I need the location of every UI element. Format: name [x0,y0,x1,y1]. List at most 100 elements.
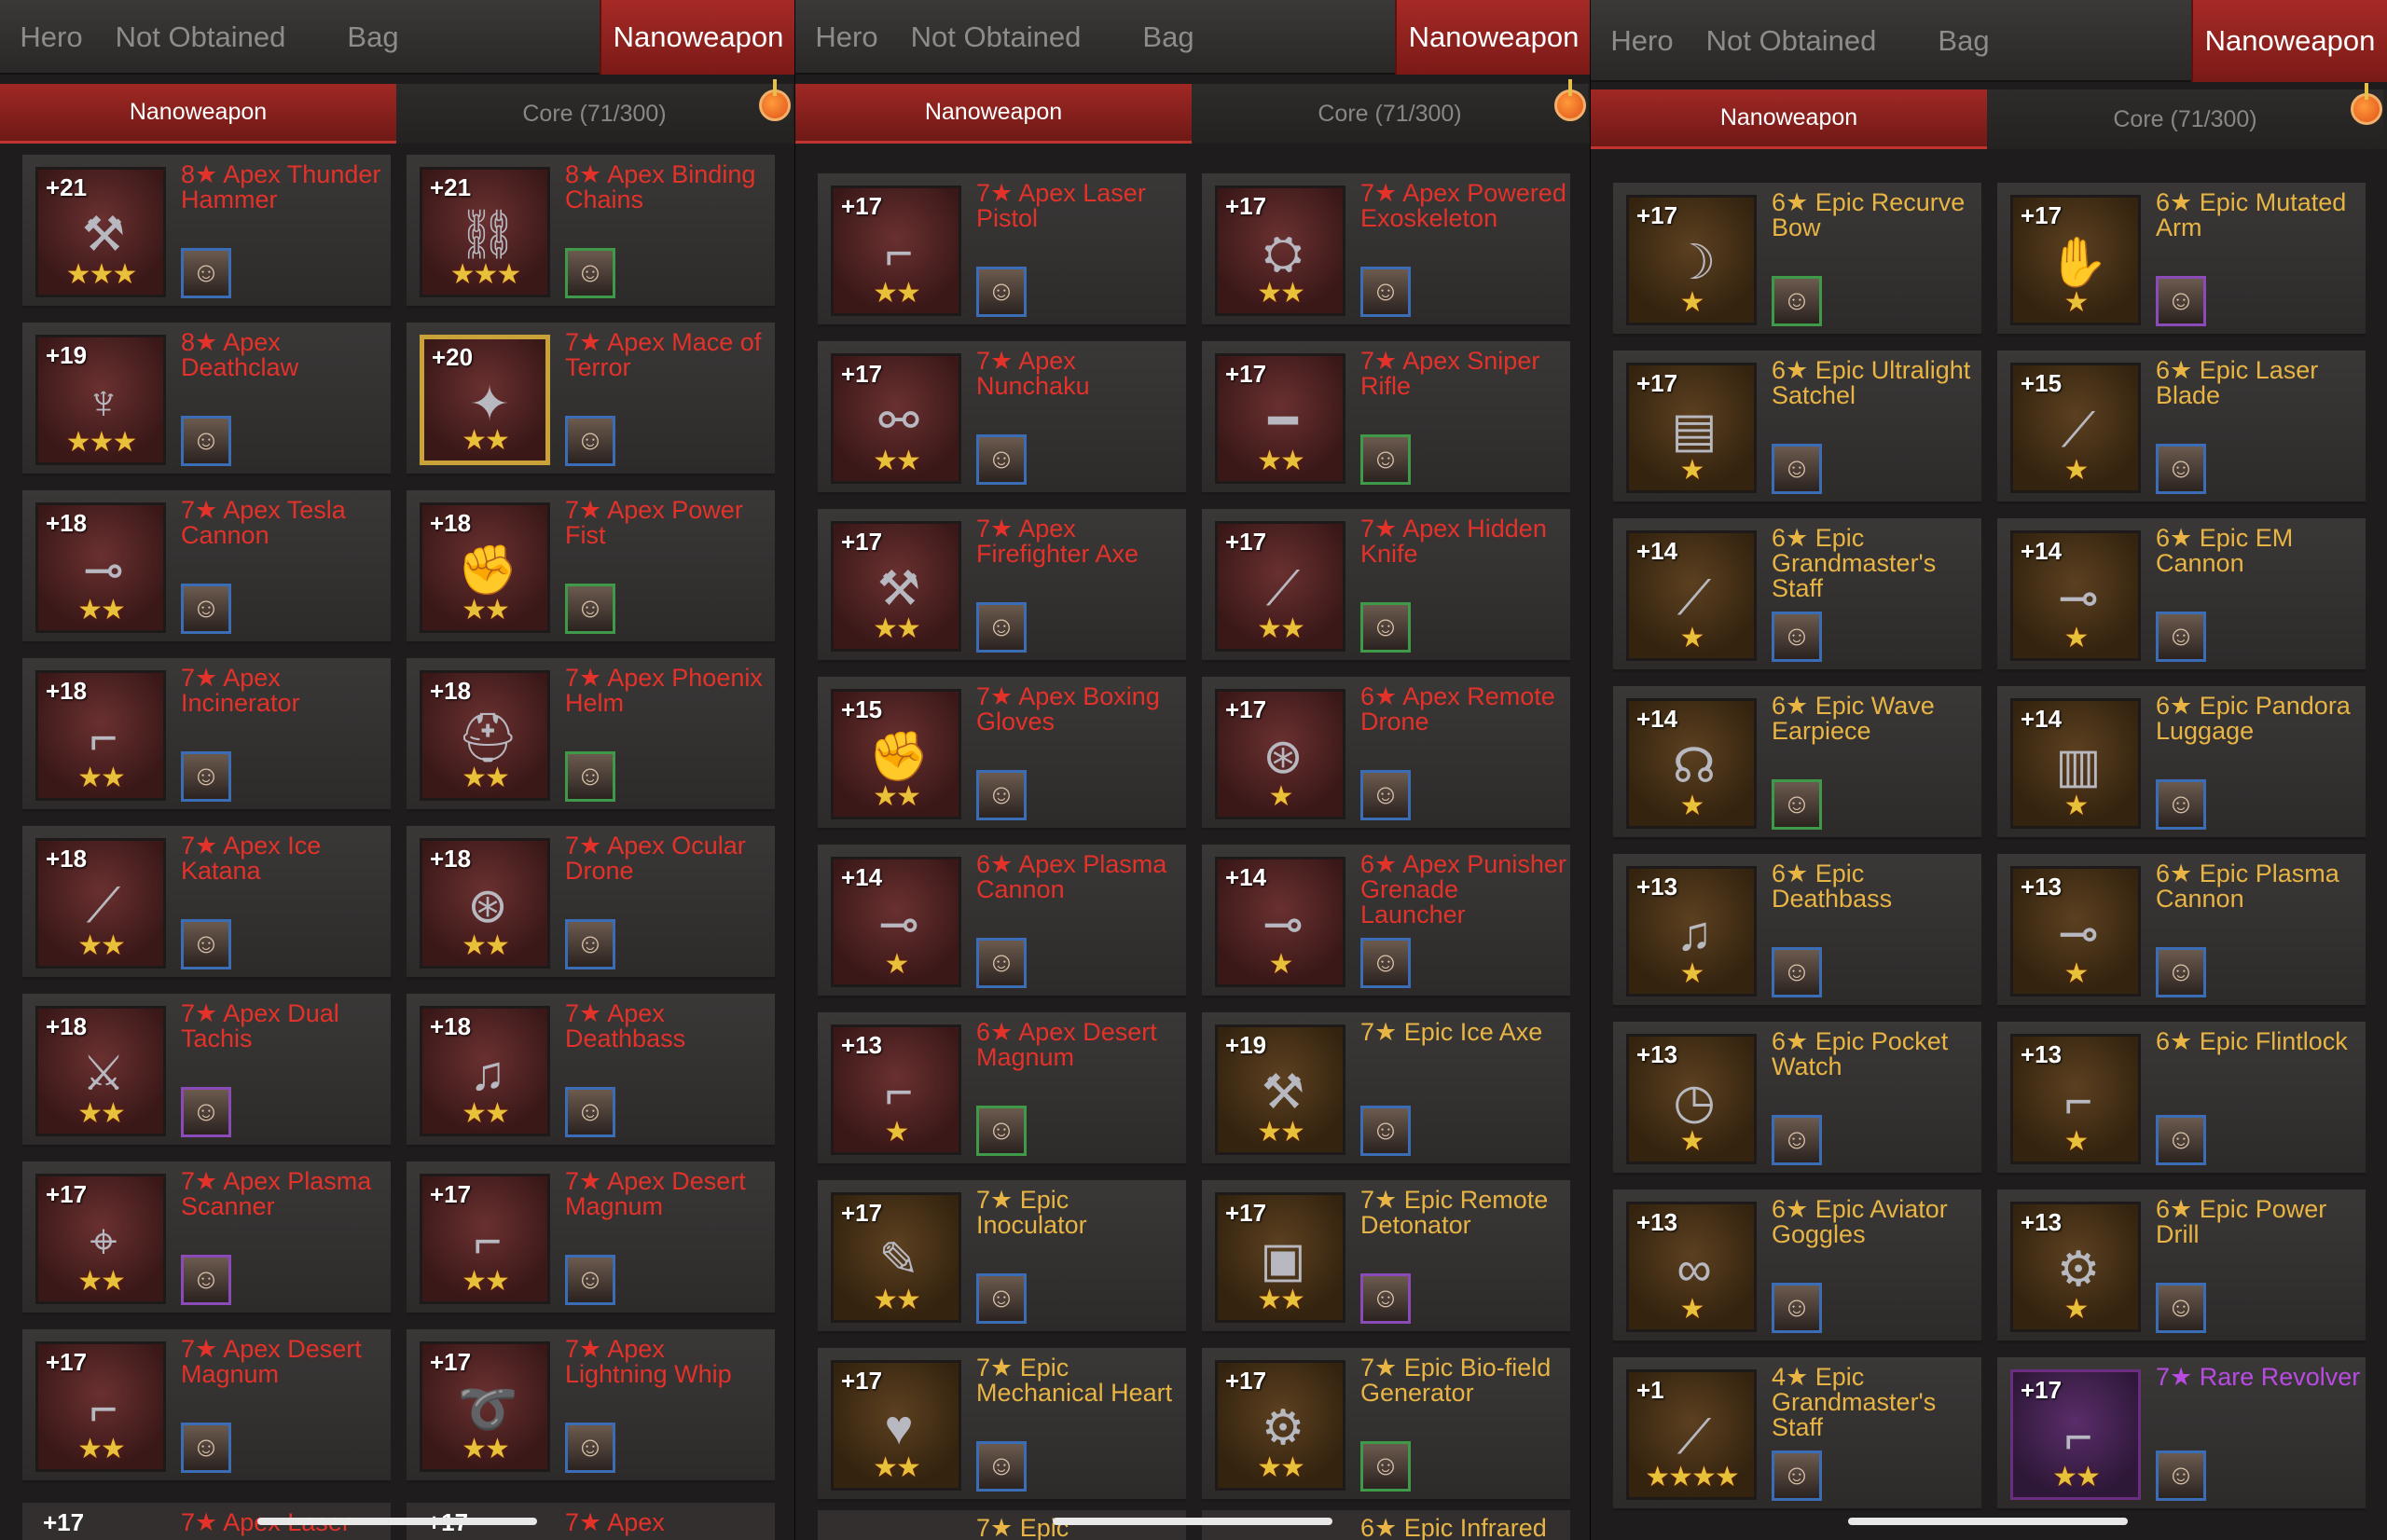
item-thumbnail[interactable]: +1 ⟋ ★★★★ [1626,1369,1757,1500]
item-card[interactable]: +17 ♥ ★★ 7★ Epic Mechanical Heart ☺ [818,1348,1186,1502]
item-card[interactable]: +17 ⌐ ★★ 7★ Apex Desert Magnum ☺ [22,1329,391,1483]
hero-avatar-icon[interactable]: ☺ [1360,434,1411,485]
item-thumbnail[interactable]: +13 ⚙ ★ [2010,1202,2141,1332]
item-thumbnail[interactable]: +14 ⊸ ★ [1215,857,1345,987]
item-card[interactable]: +17 ⟋ ★★ 7★ Apex Hidden Knife ☺ [1202,509,1570,663]
item-card[interactable]: +15 ✊ ★★ 7★ Apex Boxing Gloves ☺ [818,677,1186,831]
item-card[interactable]: +19 ⚒ ★★ 7★ Epic Ice Axe ☺ [1202,1012,1570,1166]
hero-avatar-icon[interactable]: ☺ [2156,947,2206,997]
item-card[interactable]: +15 ⟋ ★ 6★ Epic Laser Blade ☺ [1997,351,2366,504]
item-thumbnail[interactable]: +17 ⌐ ★★ [2010,1369,2141,1500]
item-card[interactable]: +18 ⊸ ★★ 7★ Apex Tesla Cannon ☺ [22,490,391,644]
item-thumbnail[interactable]: +18 ♫ ★★ [420,1006,550,1136]
tab-not-obtained[interactable]: Not Obtained [1693,0,1889,82]
item-card[interactable]: +18 ⛑ ★★ 7★ Apex Phoenix Helm ☺ [407,658,775,812]
item-thumbnail[interactable]: +17 ➰ ★★ [420,1341,550,1472]
hero-avatar-icon[interactable]: ☺ [1772,1283,1822,1333]
hero-avatar-icon[interactable]: ☺ [1772,612,1822,662]
hero-avatar-icon[interactable]: ☺ [1360,1441,1411,1492]
item-thumbnail[interactable]: +19 ♆ ★★★ [35,335,166,465]
item-thumbnail[interactable]: +17 ⊛ ★ [1215,689,1345,819]
item-card[interactable]: +13 ⌐ ★ 6★ Epic Flintlock ☺ [1997,1022,2366,1176]
hero-avatar-icon[interactable]: ☺ [1772,947,1822,997]
item-thumbnail[interactable]: +17 ⟋ ★★ [1215,521,1345,652]
item-thumbnail[interactable]: +17 ⌐ ★★ [831,186,961,316]
subtab-nanoweapon[interactable]: Nanoweapon [0,84,396,144]
hero-avatar-icon[interactable]: ☺ [181,416,231,466]
hero-avatar-icon[interactable]: ☺ [565,751,615,802]
item-card[interactable]: +21 ⛓ ★★★ 8★ Apex Binding Chains ☺ [407,155,775,309]
hero-avatar-icon[interactable]: ☺ [2156,779,2206,830]
hero-avatar-icon[interactable]: ☺ [181,584,231,634]
item-thumbnail[interactable]: +14 ⊸ ★ [2010,530,2141,661]
item-thumbnail[interactable]: +17 ⚒ ★★ [831,521,961,652]
tab-nanoweapon[interactable]: Nanoweapon [1395,0,1591,75]
hero-avatar-icon[interactable]: ☺ [976,434,1027,485]
item-card[interactable]: +19 ♆ ★★★ 8★ Apex Deathclaw ☺ [22,323,391,476]
item-card[interactable]: +13 ♫ ★ 6★ Epic Deathbass ☺ [1613,854,1981,1008]
item-card[interactable]: +14 ⊸ ★ 6★ Apex Punisher Grenade Launcher ☺ [1202,845,1570,998]
hero-avatar-icon[interactable]: ☺ [2156,1451,2206,1501]
hero-avatar-icon[interactable]: ☺ [1360,602,1411,653]
item-thumbnail[interactable]: +15 ✊ ★★ [831,689,961,819]
hero-avatar-icon[interactable]: ☺ [181,751,231,802]
tab-nanoweapon[interactable]: Nanoweapon [600,0,795,75]
item-card[interactable]: +13 ⚙ ★ 6★ Epic Power Drill ☺ [1997,1189,2366,1343]
item-thumbnail[interactable]: +18 ⟋ ★★ [35,838,166,969]
hero-avatar-icon[interactable]: ☺ [1772,1115,1822,1165]
item-thumbnail[interactable]: +17 ⚙ ★★ [1215,1360,1345,1491]
item-card[interactable]: +21 ⚒ ★★★ 8★ Apex Thunder Hammer ☺ [22,155,391,309]
hero-avatar-icon[interactable]: ☺ [1772,276,1822,326]
notification-dot-icon[interactable] [2351,83,2382,125]
subtab-core[interactable]: Core (71/300) [1987,89,2383,149]
hero-avatar-icon[interactable]: ☺ [181,919,231,969]
hero-avatar-icon[interactable]: ☺ [976,938,1027,988]
item-thumbnail[interactable]: +13 ⌐ ★ [2010,1034,2141,1164]
item-thumbnail[interactable]: +21 ⚒ ★★★ [35,167,166,297]
hero-avatar-icon[interactable]: ☺ [1360,1273,1411,1324]
hero-avatar-icon[interactable]: ☺ [181,1423,231,1473]
item-thumbnail[interactable]: +14 ☊ ★ [1626,698,1757,829]
item-card[interactable]: +18 ⚔ ★★ 7★ Apex Dual Tachis ☺ [22,994,391,1148]
tab-hero[interactable]: Hero [0,0,103,75]
subtab-core[interactable]: Core (71/300) [396,84,793,144]
item-card[interactable]: +17 ⌐ ★★ 7★ Rare Revolver ☺ [1997,1357,2366,1511]
hero-avatar-icon[interactable]: ☺ [976,1106,1027,1156]
item-thumbnail[interactable]: +13 ⌐ ★ [831,1024,961,1155]
item-thumbnail[interactable]: +18 ✊ ★★ [420,502,550,633]
item-thumbnail[interactable]: +17 ▤ ★ [1626,363,1757,493]
item-card[interactable]: +14 ⊸ ★ 6★ Apex Plasma Cannon ☺ [818,845,1186,998]
item-thumbnail[interactable]: +14 ⟋ ★ [1626,530,1757,661]
hero-avatar-icon[interactable]: ☺ [565,919,615,969]
item-card[interactable]: +14 ⊸ ★ 6★ Epic EM Cannon ☺ [1997,518,2366,672]
tab-nanoweapon[interactable]: Nanoweapon [2191,0,2387,82]
item-thumbnail[interactable]: +17 ⌐ ★★ [35,1341,166,1472]
hero-avatar-icon[interactable]: ☺ [1772,1451,1822,1501]
item-card[interactable]: +17 ⚙ ★★ 7★ Epic Bio-field Generator ☺ [1202,1348,1570,1502]
hero-avatar-icon[interactable]: ☺ [976,1273,1027,1324]
item-card[interactable]: +17 ✎ ★★ 7★ Epic Inoculator ☺ [818,1180,1186,1334]
item-thumbnail[interactable]: +17 ⛭ ★★ [1215,186,1345,316]
hero-avatar-icon[interactable]: ☺ [181,1087,231,1137]
tab-bag[interactable]: Bag [1094,0,1243,75]
item-thumbnail[interactable]: +17 ☽ ★ [1626,195,1757,325]
hero-avatar-icon[interactable]: ☺ [2156,444,2206,494]
item-thumbnail[interactable]: +18 ⌐ ★★ [35,670,166,801]
item-thumbnail[interactable]: +17 ━ ★★ [1215,353,1345,484]
item-card[interactable]: +13 ⊸ ★ 6★ Epic Plasma Cannon ☺ [1997,854,2366,1008]
item-thumbnail[interactable]: +18 ⊸ ★★ [35,502,166,633]
item-card[interactable]: +20 ✦ ★★ 7★ Apex Mace of Terror ☺ [407,323,775,476]
item-card[interactable]: +17 ☽ ★ 6★ Epic Recurve Bow ☺ [1613,183,1981,337]
hero-avatar-icon[interactable]: ☺ [181,1255,231,1305]
item-card[interactable]: +14 ▥ ★ 6★ Epic Pandora Luggage ☺ [1997,686,2366,840]
item-card[interactable]: +17 ✋ ★ 6★ Epic Mutated Arm ☺ [1997,183,2366,337]
item-card[interactable]: +17 ⌐ ★★ 7★ Apex Desert Magnum ☺ [407,1162,775,1315]
item-card[interactable]: +1 ⟋ ★★★★ 4★ Epic Grandmaster's Staff ☺ [1613,1357,1981,1511]
item-card[interactable]: +13 ⌐ ★ 6★ Apex Desert Magnum ☺ [818,1012,1186,1166]
item-thumbnail[interactable]: +19 ⚒ ★★ [1215,1024,1345,1155]
hero-avatar-icon[interactable]: ☺ [565,1255,615,1305]
hero-avatar-icon[interactable]: ☺ [2156,612,2206,662]
tab-bag[interactable]: Bag [1889,0,2038,82]
item-card[interactable]: +17 ⊛ ★ 6★ Apex Remote Drone ☺ [1202,677,1570,831]
item-thumbnail[interactable]: +17 ⚯ ★★ [831,353,961,484]
